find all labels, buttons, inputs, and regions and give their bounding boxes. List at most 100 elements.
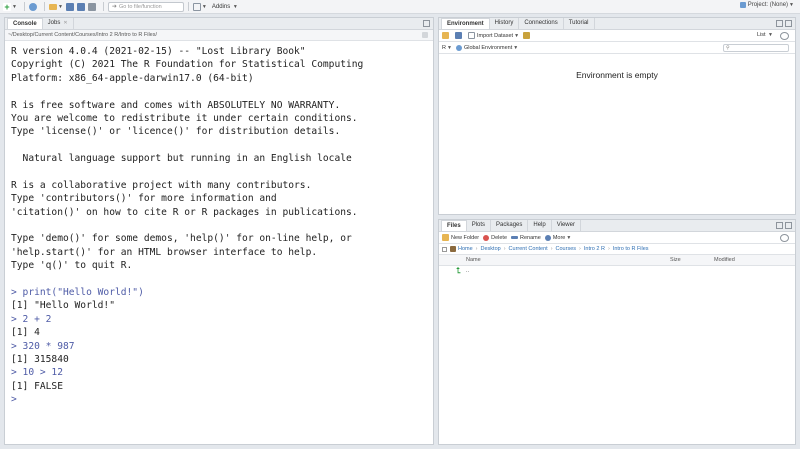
tab-tutorial[interactable]: Tutorial bbox=[564, 18, 595, 29]
maximize-pane-icon[interactable] bbox=[785, 222, 792, 229]
goto-file-input[interactable]: ➜ Go to file/function bbox=[107, 1, 184, 12]
rename-button[interactable]: Rename bbox=[511, 235, 541, 241]
tab-label: Tutorial bbox=[568, 20, 589, 26]
new-file-button[interactable]: + ▼ bbox=[3, 1, 17, 12]
console-command-line: > 320 * 987 bbox=[11, 340, 75, 352]
refresh-icon[interactable] bbox=[780, 234, 789, 242]
tab-label: Plots bbox=[471, 222, 486, 228]
console-output[interactable]: R version 4.0.4 (2021-02-15) -- "Lost Li… bbox=[5, 41, 433, 411]
select-all-checkbox[interactable] bbox=[442, 246, 447, 252]
clear-console-icon[interactable] bbox=[422, 32, 428, 38]
breadcrumb-separator: › bbox=[475, 246, 478, 252]
minimize-pane-icon[interactable] bbox=[776, 20, 783, 27]
divider bbox=[43, 2, 45, 11]
tab-plots[interactable]: Plots bbox=[467, 220, 492, 231]
print-button[interactable] bbox=[87, 1, 96, 12]
checkbox-column bbox=[439, 255, 453, 266]
breadcrumb-intro-2-r[interactable]: Intro 2 R bbox=[584, 246, 605, 252]
delete-icon bbox=[483, 234, 490, 241]
breadcrumb-separator: › bbox=[503, 246, 506, 252]
console-pane: Console Jobs ✕ ~/Desktop/Current Content/… bbox=[4, 17, 434, 445]
tab-packages[interactable]: Packages bbox=[491, 220, 529, 231]
tab-label: Help bbox=[533, 222, 546, 228]
view-mode-button[interactable]: List ▼ bbox=[757, 32, 773, 38]
column-size[interactable]: Size bbox=[667, 255, 711, 266]
clear-workspace-button[interactable] bbox=[523, 32, 532, 39]
table-row[interactable]: ⮤ .. bbox=[439, 265, 795, 276]
grid-icon bbox=[192, 2, 201, 11]
pane-layout-button[interactable]: ▼ bbox=[192, 1, 207, 12]
refresh-icon[interactable] bbox=[780, 32, 789, 40]
rename-label: Rename bbox=[520, 234, 541, 241]
environment-toolbar: Import Dataset ▼ List ▼ bbox=[439, 30, 795, 42]
main-toolbar: + ▼ ▼ ➜ Go to file/function ▼ Addins ▼ Pro… bbox=[0, 0, 800, 14]
load-workspace-button[interactable] bbox=[442, 32, 451, 39]
language-select[interactable]: R ▼ bbox=[442, 45, 452, 51]
addins-menu[interactable]: Addins ▼ bbox=[212, 4, 238, 10]
environment-scope-select[interactable]: Global Environment ▼ bbox=[455, 44, 518, 51]
column-modified[interactable]: Modified bbox=[711, 255, 795, 266]
chevron-down-icon: ▼ bbox=[201, 3, 207, 10]
tab-label: Connections bbox=[524, 20, 558, 26]
chevron-down-icon: ▼ bbox=[514, 32, 520, 39]
working-dir-path[interactable]: ~/Desktop/Current Content/Courses/Intro … bbox=[8, 32, 157, 38]
breadcrumb-intro-to-r-files[interactable]: Intro to R Files bbox=[613, 246, 649, 252]
breadcrumb-courses[interactable]: Courses bbox=[556, 246, 576, 252]
console-output-line: Type 'q()' to quit R. bbox=[11, 260, 133, 272]
globe-icon bbox=[455, 44, 462, 51]
minimize-pane-icon[interactable] bbox=[776, 222, 783, 229]
tab-connections[interactable]: Connections bbox=[519, 18, 564, 29]
console-output-line: 'citation()' on how to cite R or R packa… bbox=[11, 206, 358, 218]
list-label: List bbox=[756, 32, 766, 38]
tab-files[interactable]: Files bbox=[441, 220, 467, 231]
console-output-line: Type 'license()' or 'licence()' for dist… bbox=[11, 126, 341, 138]
console-command-line: > bbox=[11, 394, 17, 406]
console-output-line: R is a collaborative project with many c… bbox=[11, 179, 312, 191]
save-all-button[interactable] bbox=[76, 1, 85, 12]
files-toolbar: New Folder Delete Rename More ▼ bbox=[439, 232, 795, 244]
tab-label: History bbox=[494, 20, 514, 26]
files-tabbar: Files Plots Packages Help Viewer bbox=[439, 220, 795, 232]
import-dataset-button[interactable]: Import Dataset ▼ bbox=[468, 32, 519, 39]
project-menu[interactable]: Project: (None) ▼ bbox=[739, 2, 794, 8]
minimize-pane-icon[interactable] bbox=[423, 20, 430, 27]
gear-icon bbox=[544, 234, 551, 241]
save-icon bbox=[455, 32, 462, 39]
breadcrumb-current-content[interactable]: Current Content bbox=[509, 246, 548, 252]
new-project-button[interactable] bbox=[28, 1, 37, 12]
save-all-icon bbox=[76, 2, 85, 11]
more-menu-button[interactable]: More ▼ bbox=[544, 234, 571, 241]
console-output-line: Type 'demo()' for some demos, 'help()' f… bbox=[11, 233, 352, 245]
column-name[interactable]: Name bbox=[463, 255, 667, 266]
maximize-pane-icon[interactable] bbox=[785, 20, 792, 27]
open-file-button[interactable]: ▼ bbox=[48, 1, 63, 12]
console-working-dir: ~/Desktop/Current Content/Courses/Intro … bbox=[5, 30, 433, 41]
breadcrumb-home[interactable]: Home bbox=[458, 246, 473, 252]
tab-viewer[interactable]: Viewer bbox=[552, 220, 581, 231]
home-icon bbox=[450, 246, 456, 252]
new-folder-button[interactable]: New Folder bbox=[442, 234, 479, 241]
pane-window-controls bbox=[776, 20, 792, 27]
console-output-line: Type 'contributors()' for more informati… bbox=[11, 193, 277, 205]
save-workspace-button[interactable] bbox=[455, 32, 464, 39]
project-label: Project: (None) bbox=[747, 2, 789, 8]
environment-search-input[interactable]: ⚲ bbox=[723, 44, 789, 52]
tab-environment[interactable]: Environment bbox=[441, 18, 490, 29]
scope-label: Global Environment bbox=[463, 44, 513, 51]
save-button[interactable] bbox=[65, 1, 74, 12]
tab-console[interactable]: Console bbox=[7, 18, 43, 29]
tab-help[interactable]: Help bbox=[528, 220, 552, 231]
tab-jobs[interactable]: Jobs ✕ bbox=[43, 18, 74, 29]
tab-history[interactable]: History bbox=[490, 18, 520, 29]
breadcrumb-desktop[interactable]: Desktop bbox=[481, 246, 501, 252]
console-output-line: Copyright (C) 2021 The R Foundation for … bbox=[11, 59, 364, 71]
file-name[interactable]: .. bbox=[463, 265, 667, 276]
environment-pane: Environment History Connections Tutorial… bbox=[438, 17, 796, 215]
folder-icon bbox=[442, 32, 449, 39]
chevron-down-icon: ▼ bbox=[57, 3, 63, 10]
close-icon[interactable]: ✕ bbox=[63, 20, 67, 26]
delete-button[interactable]: Delete bbox=[483, 234, 507, 241]
console-output-line: [1] 315840 bbox=[11, 353, 69, 365]
